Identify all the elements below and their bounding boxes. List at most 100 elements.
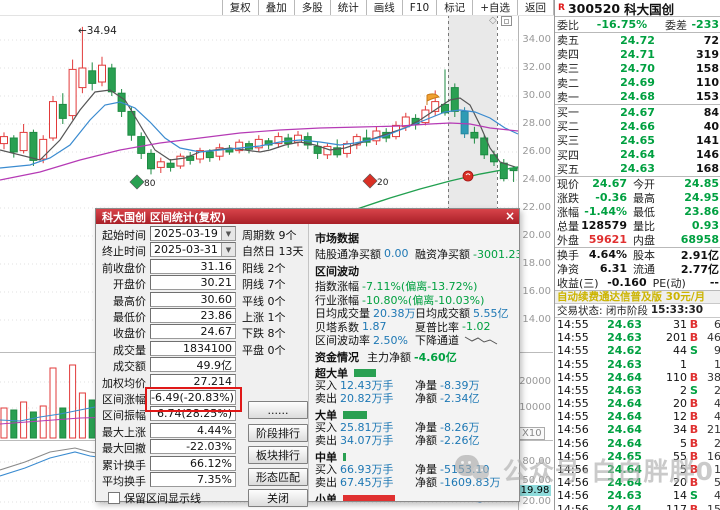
- fund-tier-rows: 买入 66.93万手 净量 -5153.10 卖出 67.45万手 净额 -1609.83万: [315, 463, 515, 489]
- form-field-起始时间[interactable]: 2025-03-19 ▼: [150, 226, 236, 241]
- axis-label: 16.00: [522, 286, 551, 297]
- form-field-成交量[interactable]: 1834100: [150, 340, 236, 356]
- stock-header[interactable]: R 300520 科大国创: [555, 0, 720, 17]
- sell-queue-row[interactable]: 卖三 24.70 158: [555, 61, 720, 76]
- sell-queue-row[interactable]: 卖四 24.71 319: [555, 47, 720, 62]
- quote-value: 0.93: [691, 219, 719, 233]
- toolbar-button-叠加[interactable]: 叠加: [257, 0, 294, 15]
- dialog-title: 科大国创 区间统计(复权): [102, 210, 226, 224]
- tick-row[interactable]: 14:56 24.63 14 S 4: [555, 489, 720, 502]
- tick-row[interactable]: 14:56 24.64 117 B 15: [555, 503, 720, 510]
- fund-stat: 净额 -2.26亿: [415, 434, 515, 447]
- toolbar-button-画线[interactable]: 画线: [365, 0, 402, 15]
- field-value: 30.21: [200, 276, 233, 290]
- tick-time: 14:55: [557, 344, 589, 358]
- queue-price: 24.67: [620, 105, 655, 119]
- sell-queue-row[interactable]: 卖一 24.68 153: [555, 90, 720, 104]
- tick-row[interactable]: 14:55 24.63 2 S 2: [555, 384, 720, 397]
- form-field-最低价[interactable]: 23.86: [150, 308, 236, 323]
- dialog-button-板块排行[interactable]: 板块排行: [248, 446, 308, 464]
- tick-time: 14:55: [557, 397, 589, 411]
- tick-row[interactable]: 14:55 24.62 44 S 9: [555, 344, 720, 357]
- toolbar-button-复权[interactable]: 复权: [221, 0, 258, 15]
- dialog-button-阶段排行[interactable]: 阶段排行: [248, 424, 308, 442]
- tick-time: 14:56: [557, 502, 589, 510]
- form-field-前收盘价[interactable]: 31.16: [150, 258, 236, 274]
- tick-flag: B: [689, 449, 699, 463]
- dialog-button-形态匹配[interactable]: 形态匹配: [248, 468, 308, 486]
- form-field-累计换手[interactable]: 66.12%: [150, 455, 236, 471]
- buy-queue-row[interactable]: 买二 24.66 40: [555, 119, 720, 134]
- tick-row[interactable]: 14:55 24.64 12 B 4: [555, 410, 720, 423]
- tick-row[interactable]: 14:55 24.63 1 1: [555, 357, 720, 371]
- dialog-button-......[interactable]: ......: [248, 401, 308, 419]
- toolbar-button-F10[interactable]: F10: [401, 0, 436, 15]
- buy-queue-row[interactable]: 买一 24.67 84: [555, 105, 720, 120]
- fund-stat: 卖出 67.45万手: [315, 476, 415, 489]
- fund-bar: [343, 452, 346, 461]
- form-field-开盘价[interactable]: 30.21: [150, 275, 236, 291]
- highlight-box: [145, 387, 242, 412]
- tick-row[interactable]: 14:56 24.64 34 B 21: [555, 423, 720, 436]
- queue-volume: 40: [703, 119, 719, 133]
- capital-grid: 换手 4.64% 股本 2.91亿 净资 6.31 流通 2.77亿 收益(三) -0.160 PE…: [555, 248, 720, 291]
- queue-volume: 141: [696, 133, 719, 147]
- tick-time: 14:55: [557, 357, 589, 371]
- buy-queue-row[interactable]: 买五 24.63 168: [555, 162, 720, 176]
- toolbar-button-返回[interactable]: 返回: [517, 0, 554, 15]
- form-field-终止时间[interactable]: 2025-03-31 ▼: [150, 242, 236, 258]
- toolbar-button-标记[interactable]: 标记: [436, 0, 472, 15]
- fund-stat: 卖出 34.07万手: [315, 434, 415, 447]
- dialog-button-关闭[interactable]: 关闭: [248, 489, 308, 507]
- trade-status-label: 交易状态: 闭市阶段: [557, 304, 648, 317]
- quote-row: 外盘 59621 内盘 68958: [555, 233, 720, 247]
- tick-row[interactable]: 14:56 24.64 5 B 1: [555, 463, 720, 476]
- form-field-平均换手[interactable]: 7.35%: [150, 472, 236, 487]
- fund-stat: 净额 -2.34亿: [415, 392, 515, 405]
- toolbar-button-多股[interactable]: 多股: [293, 0, 330, 15]
- tick-row[interactable]: 14:55 24.63 31 B 6: [555, 318, 720, 331]
- stock-name: 科大国创: [624, 1, 675, 17]
- keep-lines-checkbox[interactable]: 保留区间显示线: [108, 490, 201, 506]
- tick-row[interactable]: 14:55 24.64 110 B 38: [555, 371, 720, 384]
- toolbar-button-+自选[interactable]: +自选: [472, 0, 517, 15]
- close-icon[interactable]: ×: [505, 210, 515, 223]
- side-stat: 阴线 7个: [242, 278, 286, 292]
- checkbox-label: 保留区间显示线: [124, 492, 201, 505]
- tick-volume: 14: [673, 489, 687, 503]
- main-net-value: -4.60亿: [414, 351, 457, 364]
- form-field-最高价[interactable]: 30.60: [150, 291, 236, 307]
- axis-label: 28.00: [522, 118, 551, 129]
- tick-price: 24.63: [607, 357, 642, 371]
- form-field-收盘价[interactable]: 24.67: [150, 324, 236, 340]
- diamond-tool-icon[interactable]: ◇: [489, 16, 497, 26]
- form-field-成交额[interactable]: 49.9亿: [150, 357, 236, 373]
- fund-title: 资金情况 主力净额 -4.60亿: [315, 349, 515, 365]
- toolbar-button-统计[interactable]: 统计: [329, 0, 366, 15]
- chevron-down-icon[interactable]: ▼: [221, 243, 235, 257]
- dialog-titlebar[interactable]: 科大国创 区间统计(复权): [96, 209, 519, 224]
- tick-row[interactable]: 14:56 24.65 55 B 16: [555, 450, 720, 463]
- queue-volume: 110: [696, 76, 719, 90]
- buy-queue-row[interactable]: 买四 24.64 146: [555, 148, 720, 162]
- sell-queue-row[interactable]: 卖五 24.72 72: [555, 33, 720, 48]
- form-field-最大回撤[interactable]: -22.03%: [150, 439, 236, 455]
- tick-row[interactable]: 14:56 24.64 20 B 5: [555, 476, 720, 489]
- tick-count: 9: [714, 344, 720, 358]
- checkbox-icon[interactable]: [108, 492, 120, 504]
- form-field-最大上涨[interactable]: 4.44%: [150, 422, 236, 438]
- market-stat: 融资净买额-3001.23万: [415, 247, 519, 261]
- tdx-app-window: ←34.94 80 20 34.00 32.00 30.00 28.00 26.00 24.0…: [0, 0, 720, 510]
- tick-list[interactable]: 14:55 24.63 31 B 6 14:55 24.63 201 B 46 14:55 24.62…: [555, 318, 720, 510]
- note-tool-icon[interactable]: [500, 16, 512, 26]
- tick-row[interactable]: 14:55 24.64 20 B 4: [555, 397, 720, 410]
- tick-row[interactable]: 14:56 24.64 5 B 2: [555, 437, 720, 450]
- queue-volume: 72: [703, 33, 719, 47]
- tick-volume: 5: [680, 463, 687, 477]
- sell-queue-row[interactable]: 卖二 24.69 110: [555, 76, 720, 90]
- fund-stat-value: 34.07万手: [340, 433, 394, 447]
- market-data-title: 市场数据: [315, 232, 359, 245]
- chevron-down-icon[interactable]: ▼: [221, 227, 235, 240]
- buy-queue-row[interactable]: 买三 24.65 141: [555, 133, 720, 148]
- tick-row[interactable]: 14:55 24.63 201 B 46: [555, 331, 720, 344]
